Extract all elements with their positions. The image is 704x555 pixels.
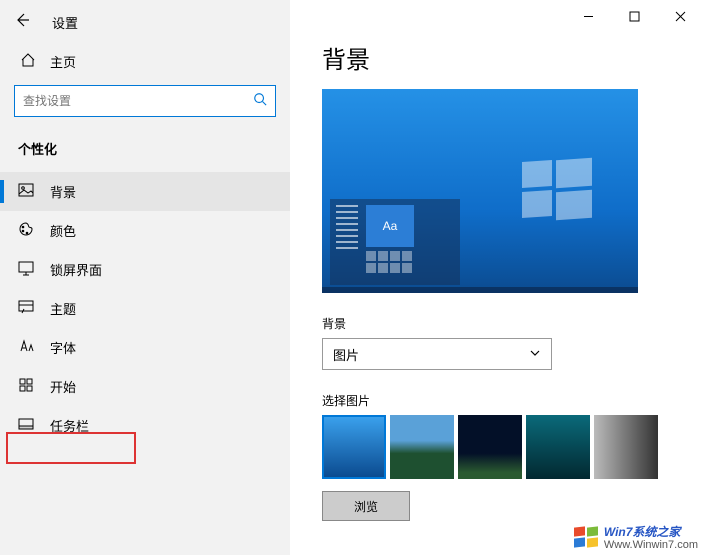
windows-flag-icon	[574, 527, 600, 549]
background-label: 背景	[322, 315, 704, 332]
sidebar-item-start[interactable]: 开始	[0, 367, 290, 406]
sidebar-item-label: 开始	[50, 377, 76, 396]
picture-thumb-1[interactable]	[322, 415, 386, 479]
windows-logo-icon	[522, 159, 592, 219]
picture-thumbnails	[322, 415, 704, 479]
sidebar-item-lockscreen[interactable]: 锁屏界面	[0, 250, 290, 289]
sample-tile: Aa	[366, 205, 414, 247]
sidebar-item-label: 任务栏	[50, 416, 89, 435]
close-button[interactable]	[666, 6, 694, 26]
sidebar-item-themes[interactable]: 主题	[0, 289, 290, 328]
desktop-preview: Aa	[322, 89, 638, 293]
taskbar-icon	[18, 416, 34, 435]
taskbar-mock	[322, 287, 638, 293]
picture-thumb-5[interactable]	[594, 415, 658, 479]
main-content: 背景 Aa 背景 图片 选择图片 浏览 Win7系统之家 Www.Winwin7	[290, 0, 704, 555]
browse-label: 浏览	[354, 498, 378, 515]
picture-thumb-3[interactable]	[458, 415, 522, 479]
picture-thumb-2[interactable]	[390, 415, 454, 479]
start-menu-mock: Aa	[330, 199, 460, 285]
home-label: 主页	[50, 52, 76, 71]
maximize-button[interactable]	[620, 6, 648, 26]
font-icon	[18, 338, 34, 357]
select-value: 图片	[333, 345, 359, 364]
window-title: 设置	[52, 13, 78, 32]
sidebar-item-taskbar[interactable]: 任务栏	[0, 406, 290, 445]
browse-button[interactable]: 浏览	[322, 491, 410, 521]
search-icon	[253, 92, 267, 111]
home-button[interactable]: 主页	[0, 44, 290, 81]
sidebar-item-label: 锁屏界面	[50, 260, 102, 279]
monitor-icon	[18, 260, 34, 279]
watermark-line1: Win7系统之家	[604, 526, 698, 539]
back-icon[interactable]	[14, 12, 30, 33]
brush-icon	[18, 299, 34, 318]
window-controls	[574, 6, 694, 26]
minimize-button[interactable]	[574, 6, 602, 26]
picture-thumb-4[interactable]	[526, 415, 590, 479]
sidebar-item-label: 主题	[50, 299, 76, 318]
sidebar-item-label: 背景	[50, 182, 76, 201]
section-title: 个性化	[0, 133, 290, 172]
sidebar-item-label: 字体	[50, 338, 76, 357]
sidebar-item-fonts[interactable]: 字体	[0, 328, 290, 367]
settings-sidebar: 设置 主页 个性化 背景 颜色 锁屏界面 主题 字体 开始 任务栏	[0, 0, 290, 555]
palette-icon	[18, 221, 34, 240]
search-input[interactable]	[23, 94, 253, 108]
choose-picture-label: 选择图片	[322, 392, 704, 409]
picture-icon	[18, 182, 34, 201]
home-icon	[20, 52, 36, 71]
sidebar-item-background[interactable]: 背景	[0, 172, 290, 211]
sidebar-item-colors[interactable]: 颜色	[0, 211, 290, 250]
watermark: Win7系统之家 Www.Winwin7.com	[574, 526, 698, 551]
watermark-line2: Www.Winwin7.com	[604, 539, 698, 551]
sidebar-item-label: 颜色	[50, 221, 76, 240]
chevron-down-icon	[529, 347, 541, 362]
grid-icon	[18, 377, 34, 396]
search-input-wrapper[interactable]	[14, 85, 276, 117]
background-type-select[interactable]: 图片	[322, 338, 552, 370]
header-row: 设置	[0, 0, 290, 44]
